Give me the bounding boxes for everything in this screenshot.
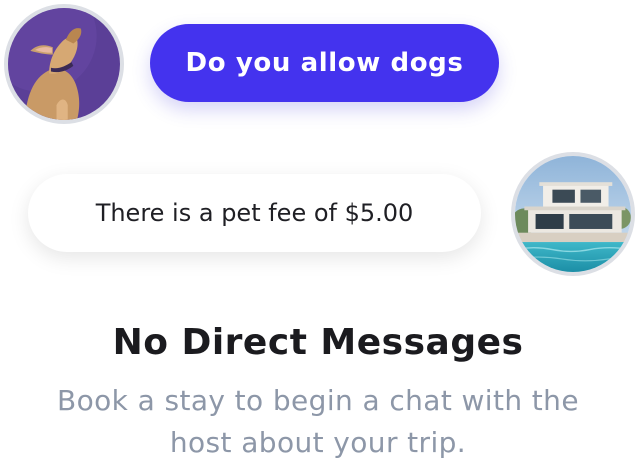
message-text-sent: Do you allow dogs (185, 48, 464, 78)
chat-preview: Do you allow dogs There is a pet fee of … (0, 0, 636, 466)
house-avatar (511, 152, 635, 276)
dog-avatar (4, 4, 124, 124)
message-text-received: There is a pet fee of $5.00 (95, 199, 414, 227)
empty-state-subtitle: Book a stay to begin a chat with the hos… (0, 380, 636, 464)
empty-state-title: No Direct Messages (112, 322, 524, 363)
message-bubble-received: There is a pet fee of $5.00 (28, 174, 481, 252)
house-avatar-image (515, 156, 631, 272)
dog-avatar-image (8, 8, 120, 120)
empty-state-subtitle-line1: Book a stay to begin a chat with the (57, 384, 579, 417)
empty-state-subtitle-line2: host about your trip. (169, 426, 467, 459)
message-bubble-sent: Do you allow dogs (150, 24, 499, 102)
